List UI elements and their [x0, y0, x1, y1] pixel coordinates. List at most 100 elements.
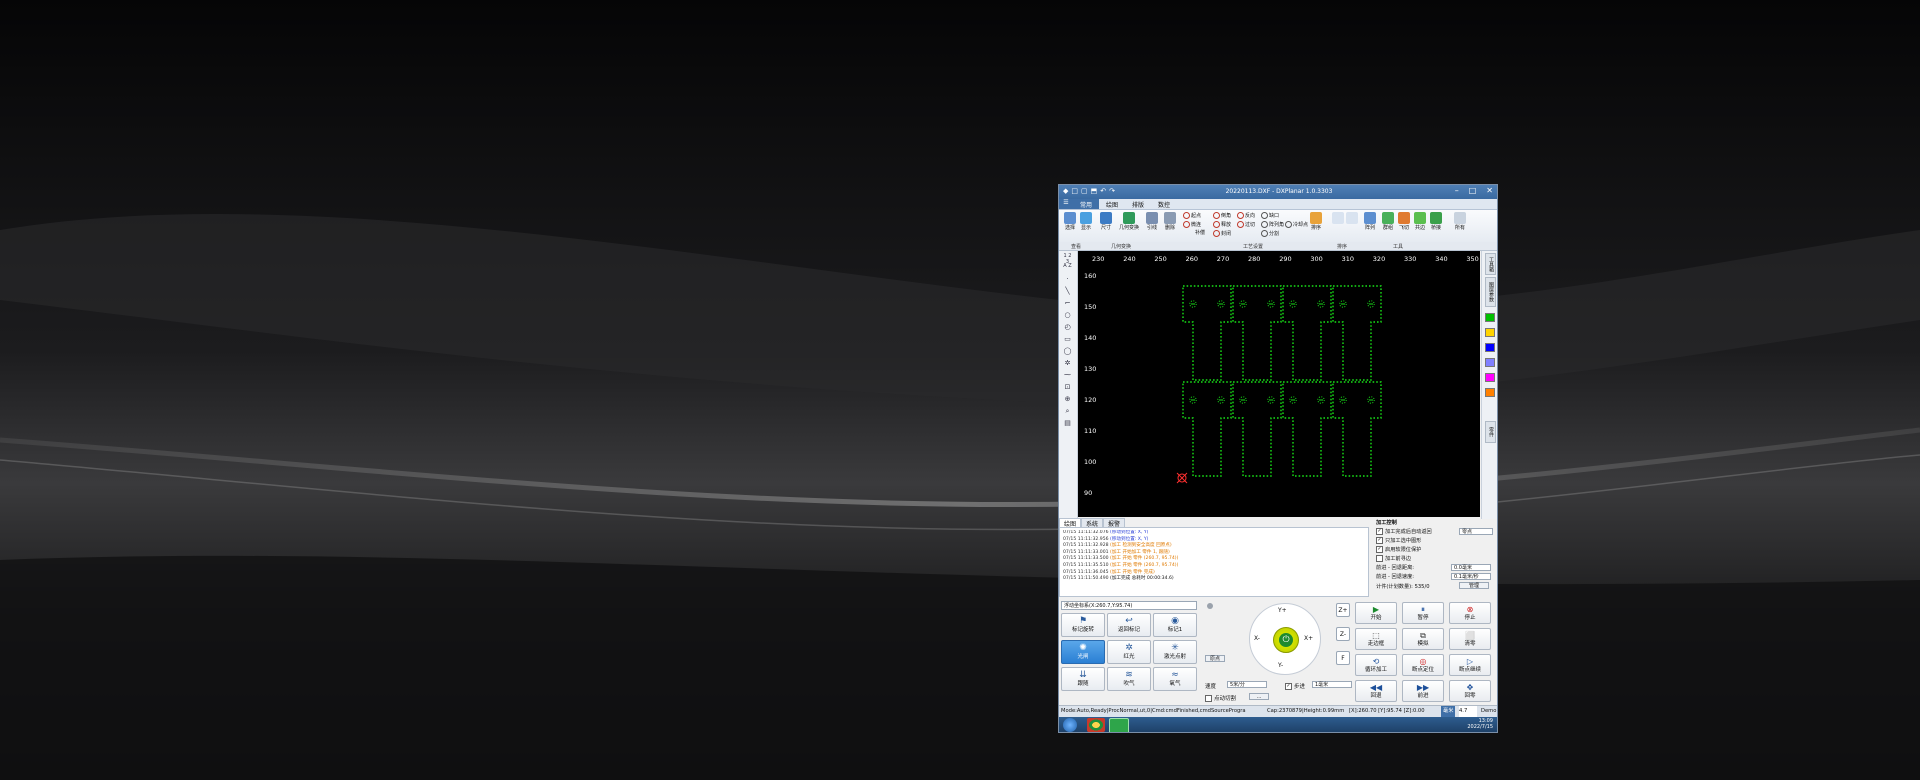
tab-layer-params[interactable]: 图层参数 [1485, 277, 1496, 307]
control-button[interactable]: ↩ 返回标记 [1107, 613, 1151, 637]
process-button[interactable]: ✥ 回零 [1449, 680, 1491, 702]
release-tool[interactable]: 释放 [1213, 221, 1231, 228]
size-button[interactable]: 尺寸 [1099, 212, 1113, 231]
check-soft-limit[interactable]: ✓ 启用软限位保护 [1376, 546, 1421, 553]
process-button[interactable]: ⬜ 清零 [1449, 628, 1491, 650]
control-button[interactable]: ◉ 标记1 [1153, 613, 1197, 637]
start-point-tool[interactable]: 起点 [1183, 212, 1201, 219]
check-selected-only[interactable]: ✓ 只加工选中图形 [1376, 537, 1421, 544]
sort-button[interactable]: 排序 [1309, 212, 1323, 231]
process-button[interactable]: ⊗ 停止 [1449, 602, 1491, 624]
flycut-button[interactable]: 飞切 [1397, 212, 1411, 231]
layer-color-3[interactable] [1485, 343, 1495, 352]
compensate-tool[interactable]: 补偿 [1195, 230, 1205, 236]
maximize-button[interactable]: □ [1469, 186, 1477, 195]
start-button[interactable] [1063, 718, 1077, 732]
split-tool[interactable]: 分割 [1261, 230, 1279, 237]
notch-tool[interactable]: 缺口 [1261, 212, 1279, 219]
layer-color-2[interactable] [1485, 328, 1495, 337]
chamfer-tool[interactable]: 倒角 [1213, 212, 1231, 219]
reverse-tool[interactable]: 反向 [1237, 212, 1255, 219]
tab-parts[interactable]: 零件 [1485, 421, 1496, 443]
arrow-left-icon[interactable] [1331, 212, 1345, 225]
process-button[interactable]: ⟲ 循环加工 [1355, 654, 1397, 676]
polyline-tool[interactable]: ⌐ [1062, 299, 1073, 308]
star-tool[interactable]: ✲ [1062, 359, 1073, 368]
tab-home[interactable]: 常用 [1073, 199, 1100, 209]
advance-distance-input[interactable]: 0.0毫米 [1451, 564, 1491, 571]
all-button[interactable]: 所有 [1453, 212, 1467, 231]
select-button[interactable]: 选择 [1063, 212, 1077, 231]
z-plus-button[interactable]: Z+ [1336, 603, 1350, 617]
process-button[interactable]: ◎ 断点定位 [1402, 654, 1444, 676]
check-auto-return[interactable]: ✓ 加工完成后自动返回 [1376, 528, 1432, 535]
process-button[interactable]: ▶ 开始 [1355, 602, 1397, 624]
tab-nest[interactable]: 排版 [1125, 199, 1151, 209]
speed-select[interactable]: 5米/分 [1227, 681, 1267, 688]
open-icon[interactable]: ▢ [1081, 187, 1088, 195]
array-angle-tool[interactable]: 阵列角 [1261, 221, 1284, 228]
drawing-canvas[interactable]: 230 240 250 260 270 280 290 300 310 320 330 340 350 1… [1078, 251, 1480, 517]
line-tool[interactable]: ╲ [1062, 287, 1073, 296]
micro-joint-tool[interactable]: 微连 [1183, 221, 1201, 228]
process-button[interactable]: ▷ 断点继续 [1449, 654, 1491, 676]
power-button[interactable]: ⏻ [1273, 627, 1299, 653]
layer-color-4[interactable] [1485, 358, 1495, 367]
step-select[interactable]: 1毫米 [1312, 681, 1352, 688]
redo-icon[interactable]: ↷ [1109, 187, 1115, 195]
z-minus-button[interactable]: Z- [1336, 627, 1350, 641]
arrow-right-icon[interactable] [1345, 212, 1359, 225]
dxplanar-taskbar-icon[interactable] [1109, 718, 1129, 732]
zoom-select[interactable]: 4.7 [1459, 706, 1477, 717]
tab-draw[interactable]: 绘图 [1099, 199, 1125, 209]
dot-cut-checkbox[interactable]: 点动切割 [1205, 694, 1236, 702]
file-menu-icon[interactable]: ☰ [1059, 199, 1073, 209]
cooling-point-tool[interactable]: 冷却点 [1285, 221, 1308, 228]
undo-icon[interactable]: ↶ [1100, 187, 1106, 195]
jog-x-plus[interactable]: X+ [1304, 635, 1313, 642]
layer-color-1[interactable] [1485, 313, 1495, 322]
transform-button[interactable]: 几何变换 [1117, 212, 1141, 231]
jog-y-minus[interactable]: Y- [1278, 662, 1283, 669]
circle-tool[interactable]: ○ [1062, 311, 1073, 320]
unit-badge[interactable]: 毫米 [1441, 706, 1456, 717]
close-button[interactable]: ✕ [1486, 186, 1493, 195]
step-checkbox[interactable]: ✓ 步进 [1285, 682, 1305, 690]
jog-x-minus[interactable]: X- [1254, 635, 1260, 642]
curve-tool[interactable]: ⁓ [1062, 371, 1073, 380]
display-button[interactable]: 显示 [1079, 212, 1093, 231]
delete-button[interactable]: 删除 [1163, 212, 1177, 231]
jog-y-plus[interactable]: Y+ [1278, 607, 1287, 614]
manage-button[interactable]: 管理 [1459, 582, 1489, 589]
control-button[interactable]: ⇊ 跟随 [1061, 667, 1105, 691]
return-select[interactable]: 零点 [1459, 528, 1493, 535]
tab-toolbox[interactable]: 工具箱 [1485, 253, 1496, 275]
process-button[interactable]: ⬚ 走边框 [1355, 628, 1397, 650]
numbering-tool[interactable]: 1 2 3 [1062, 253, 1073, 265]
f-button[interactable]: F [1336, 651, 1350, 665]
control-button[interactable]: ✲ 红光 [1107, 640, 1151, 664]
control-button[interactable]: ✺ 光闸 [1061, 640, 1105, 664]
process-button[interactable]: ◀◀ 回退 [1355, 680, 1397, 702]
origin-button[interactable]: 原点 [1205, 655, 1225, 662]
close-path-tool[interactable]: 封闭 [1213, 230, 1231, 237]
more-button[interactable]: ... [1249, 693, 1269, 700]
minimize-button[interactable]: – [1455, 186, 1459, 195]
point-tool[interactable]: · [1062, 275, 1073, 284]
rectangle-tool[interactable]: ▭ [1062, 335, 1073, 344]
array-button[interactable]: 阵列 [1363, 212, 1377, 231]
bridge-button[interactable]: 桥接 [1429, 212, 1443, 231]
lead-button[interactable]: 引线 [1145, 212, 1159, 231]
advance-speed-input[interactable]: 0.1毫米/秒 [1451, 573, 1491, 580]
control-button[interactable]: ✳ 激光点射 [1153, 640, 1197, 664]
common-edge-button[interactable]: 共边 [1413, 212, 1427, 231]
control-button[interactable]: ≈ 氧气 [1153, 667, 1197, 691]
process-button[interactable]: ▶▶ 前进 [1402, 680, 1444, 702]
crosshair-tool[interactable]: ⊕ [1062, 395, 1073, 404]
tab-alarm-log[interactable]: 报警 [1103, 518, 1126, 528]
process-button[interactable]: ⏸ 暂停 [1402, 602, 1444, 624]
sort-az-tool[interactable]: A Z [1062, 263, 1073, 272]
arc-tool[interactable]: ◴ [1062, 323, 1073, 332]
check-edge-seek[interactable]: 加工前寻边 [1376, 555, 1411, 562]
text-tool[interactable]: ▤ [1062, 419, 1073, 428]
